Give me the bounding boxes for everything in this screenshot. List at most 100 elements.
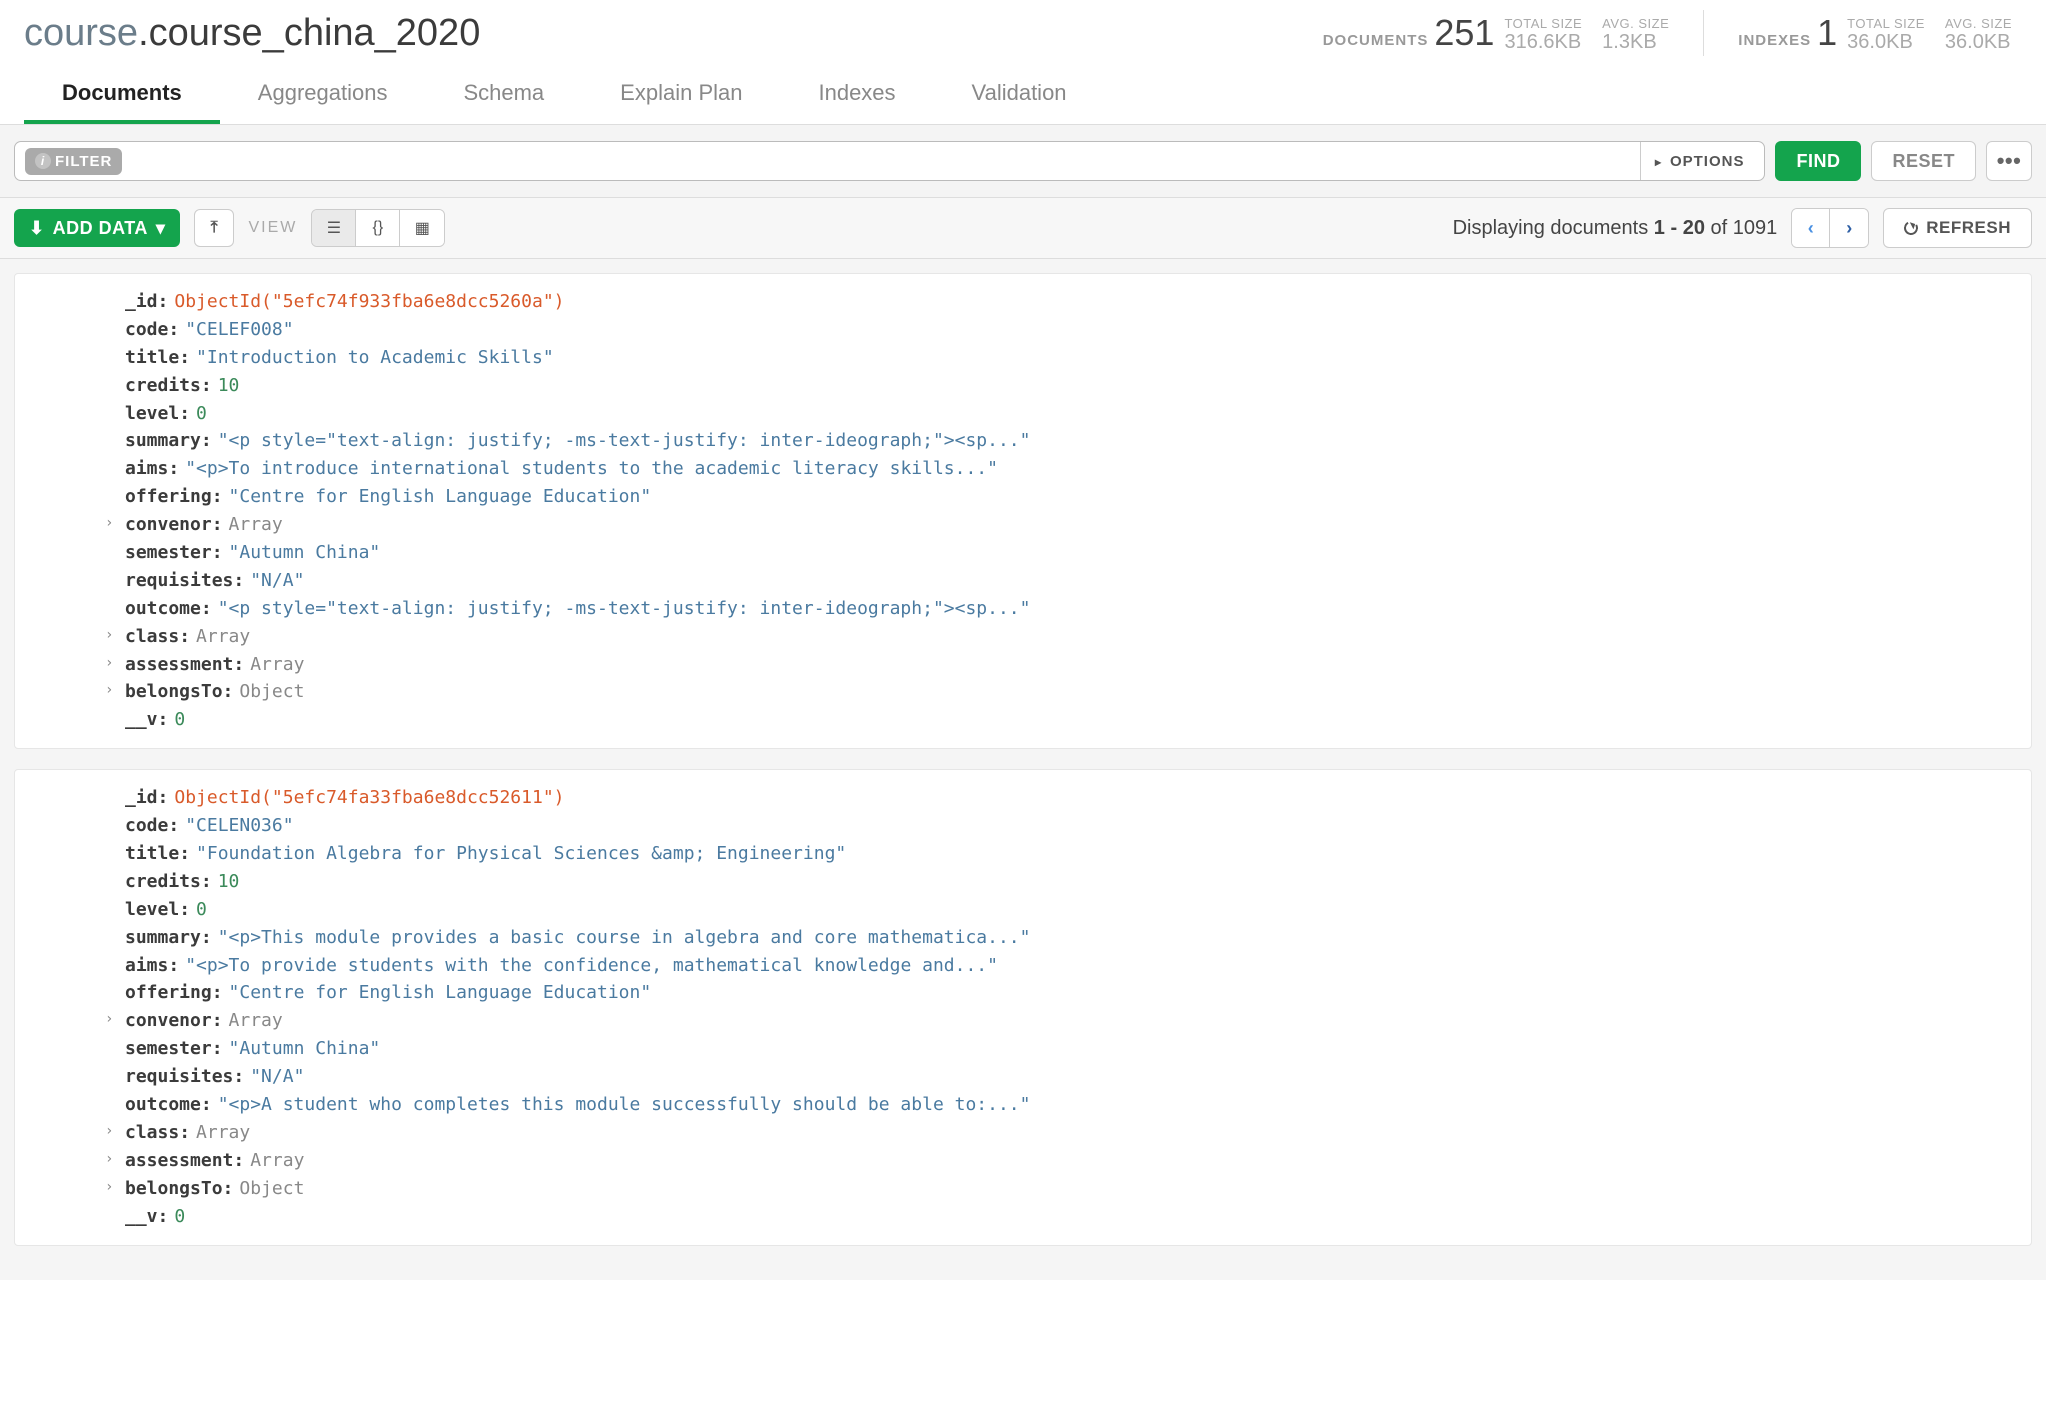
filter-input[interactable] bbox=[122, 142, 1640, 180]
filter-bar: iFILTER OPTIONS bbox=[14, 141, 1765, 181]
table-icon: ▦ bbox=[415, 218, 430, 238]
field-key: offering bbox=[125, 979, 212, 1007]
field-value: "<p style="text-align: justify; -ms-text… bbox=[218, 427, 1031, 455]
document-field: _id:ObjectId("5efc74f933fba6e8dcc5260a") bbox=[125, 288, 2017, 316]
reset-button[interactable]: RESET bbox=[1871, 141, 1976, 181]
field-value: Object bbox=[239, 678, 304, 706]
document-field: title:"Introduction to Academic Skills" bbox=[125, 344, 2017, 372]
expand-caret-icon[interactable]: › bbox=[105, 1009, 113, 1031]
field-value: "Centre for English Language Education" bbox=[229, 483, 652, 511]
namespace-header: course.course_china_2020 DOCUMENTS 251 T… bbox=[0, 0, 2046, 56]
document-field: level:0 bbox=[125, 400, 2017, 428]
field-key: _id bbox=[125, 784, 158, 812]
document-card[interactable]: _id:ObjectId("5efc74f933fba6e8dcc5260a")… bbox=[14, 273, 2032, 749]
document-field: ›convenor:Array bbox=[125, 511, 2017, 539]
document-field: offering:"Centre for English Language Ed… bbox=[125, 483, 2017, 511]
page-next-button[interactable]: › bbox=[1830, 209, 1868, 247]
field-value: "CELEF008" bbox=[185, 316, 293, 344]
expand-caret-icon[interactable]: › bbox=[105, 1177, 113, 1199]
field-key: semester bbox=[125, 539, 212, 567]
field-key: _id bbox=[125, 288, 158, 316]
document-field: requisites:"N/A" bbox=[125, 567, 2017, 595]
field-key: __v bbox=[125, 1203, 158, 1231]
field-key: level bbox=[125, 896, 179, 924]
view-list-button[interactable]: ☰ bbox=[312, 210, 356, 246]
braces-icon: {} bbox=[373, 219, 384, 237]
tab-explain-plan[interactable]: Explain Plan bbox=[582, 66, 780, 124]
view-table-button[interactable]: ▦ bbox=[400, 210, 444, 246]
view-json-button[interactable]: {} bbox=[356, 210, 400, 246]
field-value: "Autumn China" bbox=[229, 1035, 381, 1063]
expand-caret-icon[interactable]: › bbox=[105, 1149, 113, 1171]
tab-indexes[interactable]: Indexes bbox=[780, 66, 933, 124]
options-button[interactable]: OPTIONS bbox=[1640, 142, 1759, 180]
field-key: code bbox=[125, 316, 168, 344]
document-field: summary:"<p style="text-align: justify; … bbox=[125, 427, 2017, 455]
stat-documents-value: 251 bbox=[1434, 12, 1494, 54]
filter-chip: iFILTER bbox=[25, 148, 122, 175]
document-field: outcome:"<p style="text-align: justify; … bbox=[125, 595, 2017, 623]
document-field: ›assessment:Array bbox=[125, 651, 2017, 679]
caret-down-icon: ▾ bbox=[156, 218, 166, 239]
expand-caret-icon[interactable]: › bbox=[105, 513, 113, 535]
expand-caret-icon[interactable]: › bbox=[105, 680, 113, 702]
download-cloud-icon: ⬇ bbox=[29, 218, 45, 239]
field-value: 10 bbox=[218, 372, 240, 400]
field-key: assessment bbox=[125, 651, 233, 679]
field-value: 0 bbox=[174, 706, 185, 734]
field-key: convenor bbox=[125, 1007, 212, 1035]
tab-schema[interactable]: Schema bbox=[425, 66, 582, 124]
field-value: "<p>To introduce international students … bbox=[185, 455, 998, 483]
more-button[interactable]: ••• bbox=[1986, 141, 2032, 181]
chevron-right-icon: › bbox=[1846, 218, 1852, 239]
expand-caret-icon[interactable]: › bbox=[105, 653, 113, 675]
document-field: aims:"<p>To provide students with the co… bbox=[125, 952, 2017, 980]
expand-caret-icon[interactable]: › bbox=[105, 625, 113, 647]
tab-documents[interactable]: Documents bbox=[24, 66, 220, 124]
view-toggle: ☰ {} ▦ bbox=[311, 209, 445, 247]
stat-documents-label: DOCUMENTS bbox=[1323, 32, 1429, 49]
stat-divider bbox=[1703, 10, 1704, 56]
field-key: code bbox=[125, 812, 168, 840]
caret-right-icon bbox=[1655, 153, 1666, 170]
document-field: semester:"Autumn China" bbox=[125, 1035, 2017, 1063]
field-value: "CELEN036" bbox=[185, 812, 293, 840]
doc-toolbar: ⬇ ADD DATA ▾ ⤒ VIEW ☰ {} ▦ Displaying do… bbox=[0, 198, 2046, 259]
document-field: ›assessment:Array bbox=[125, 1147, 2017, 1175]
add-data-button[interactable]: ⬇ ADD DATA ▾ bbox=[14, 209, 180, 247]
tab-validation[interactable]: Validation bbox=[934, 66, 1105, 124]
field-value: "N/A" bbox=[250, 567, 304, 595]
field-value: "Centre for English Language Education" bbox=[229, 979, 652, 1007]
refresh-icon bbox=[1903, 219, 1920, 236]
find-button[interactable]: FIND bbox=[1775, 141, 1861, 181]
field-value: 10 bbox=[218, 868, 240, 896]
field-key: offering bbox=[125, 483, 212, 511]
filter-row: iFILTER OPTIONS FIND RESET ••• bbox=[0, 125, 2046, 198]
field-key: assessment bbox=[125, 1147, 233, 1175]
field-value: Array bbox=[250, 651, 304, 679]
namespace-collection: course_china_2020 bbox=[149, 12, 481, 54]
stat-documents: DOCUMENTS 251 TOTAL SIZE316.6KB AVG. SIZ… bbox=[1313, 12, 1680, 54]
refresh-button[interactable]: REFRESH bbox=[1883, 208, 2032, 248]
field-value: 0 bbox=[196, 896, 207, 924]
tab-aggregations[interactable]: Aggregations bbox=[220, 66, 426, 124]
field-key: convenor bbox=[125, 511, 212, 539]
page-prev-button[interactable]: ‹ bbox=[1792, 209, 1830, 247]
expand-caret-icon[interactable]: › bbox=[105, 1121, 113, 1143]
tab-bar: Documents Aggregations Schema Explain Pl… bbox=[0, 66, 2046, 125]
field-value: "Autumn China" bbox=[229, 539, 381, 567]
document-card[interactable]: _id:ObjectId("5efc74fa33fba6e8dcc52611")… bbox=[14, 769, 2032, 1245]
field-value: ObjectId("5efc74fa33fba6e8dcc52611") bbox=[174, 784, 564, 812]
ellipsis-icon: ••• bbox=[1997, 148, 2022, 174]
document-field: __v:0 bbox=[125, 1203, 2017, 1231]
document-field: ›convenor:Array bbox=[125, 1007, 2017, 1035]
field-value: Array bbox=[250, 1147, 304, 1175]
document-field: ›class:Array bbox=[125, 1119, 2017, 1147]
display-count: Displaying documents 1 - 20 of 1091 bbox=[1453, 217, 1778, 240]
field-value: "Introduction to Academic Skills" bbox=[196, 344, 554, 372]
stat-indexes-value: 1 bbox=[1817, 12, 1837, 54]
field-key: aims bbox=[125, 455, 168, 483]
import-button[interactable]: ⤒ bbox=[194, 209, 234, 247]
document-field: level:0 bbox=[125, 896, 2017, 924]
pager: ‹ › bbox=[1791, 208, 1869, 248]
